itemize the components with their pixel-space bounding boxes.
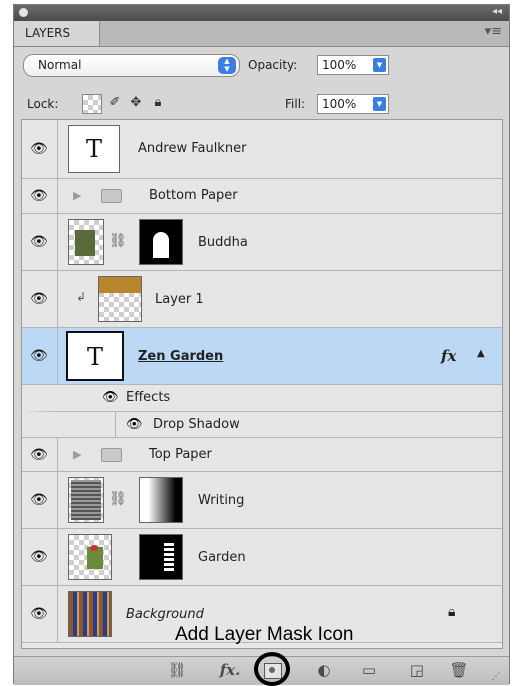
opacity-field[interactable]: 100% ▼ [317, 55, 389, 75]
layer-name[interactable]: Bottom Paper [149, 188, 238, 203]
visibility-eye-icon[interactable]: 👁︎ [22, 120, 58, 178]
delete-layer-trash-icon[interactable]: 🗑︎ [447, 662, 471, 679]
panel-tab-row: LAYERS ▾≡ [14, 21, 509, 47]
layer-row-andrew-faulkner[interactable]: 👁︎ T Andrew Faulkner [22, 120, 502, 179]
layer-row-bottom-paper[interactable]: 👁︎ ▶ Bottom Paper [22, 179, 502, 214]
fill-value: 100% [322, 97, 357, 111]
layer-thumbnail [68, 534, 112, 580]
layer-row-zen-garden[interactable]: 👁︎ T Zen Garden fx ▲ [22, 328, 502, 385]
visibility-eye-icon[interactable]: 👁︎ [22, 179, 58, 213]
visibility-eye-icon[interactable]: 👁︎ [126, 417, 143, 432]
new-layer-icon[interactable]: ◲ [405, 662, 429, 679]
disclosure-triangle-icon[interactable]: ▶ [73, 189, 81, 202]
annotation-label: Add Layer Mask Icon [175, 624, 354, 645]
text-layer-thumbnail: T [66, 331, 124, 381]
collapse-arrows-icon[interactable]: ◂◂ [492, 6, 502, 17]
layer-row-layer-1[interactable]: 👁︎ ↲ Layer 1 [22, 271, 502, 328]
fill-label: Fill: [285, 97, 306, 111]
visibility-eye-icon[interactable]: 👁︎ [22, 328, 58, 384]
layer-name[interactable]: Writing [198, 493, 244, 508]
opacity-label: Opacity: [248, 58, 298, 72]
effects-row[interactable]: 👁︎ Effects [22, 385, 502, 412]
visibility-eye-icon[interactable]: 👁︎ [22, 586, 58, 642]
layer-thumbnail [68, 219, 104, 265]
lock-image-brush-icon[interactable]: ✐ [106, 94, 124, 112]
text-thumb-letter: T [86, 343, 103, 371]
panel-titlebar: ◂◂ [14, 5, 509, 21]
layer-thumbnail [68, 477, 104, 523]
expand-effects-arrow-icon[interactable]: ▲ [477, 348, 485, 359]
blend-mode-value: Normal [38, 58, 82, 72]
layer-name[interactable]: Background [126, 607, 204, 622]
layer-name[interactable]: Layer 1 [155, 292, 204, 307]
text-layer-thumbnail: T [68, 125, 120, 173]
layer-thumbnail [68, 591, 112, 637]
fill-dropdown-icon[interactable]: ▼ [373, 97, 386, 111]
lock-label: Lock: [27, 97, 59, 111]
link-chain-icon[interactable]: ⛓︎ [109, 233, 127, 249]
layer-locked-icon: 🔒︎ [448, 604, 456, 620]
layer-row-buddha[interactable]: 👁︎ ⛓︎ Buddha [22, 214, 502, 271]
lock-position-icon[interactable]: ✥ [127, 94, 145, 112]
visibility-eye-icon[interactable]: 👁︎ [102, 390, 119, 405]
new-adjustment-layer-icon[interactable]: ◐ [312, 662, 336, 679]
disclosure-triangle-icon[interactable]: ▶ [73, 448, 81, 461]
panel-menu-icon[interactable]: ▾≡ [485, 24, 502, 39]
layer-mask-thumbnail[interactable] [139, 477, 183, 523]
layer-name[interactable]: Garden [198, 550, 246, 565]
layer-mask-thumbnail[interactable] [139, 534, 183, 580]
visibility-eye-icon[interactable]: 👁︎ [22, 438, 58, 471]
layers-panel: ◂◂ LAYERS ▾≡ Normal ▲ ▼ Opacity: 100% ▼ L… [13, 4, 510, 686]
fill-field[interactable]: 100% ▼ [317, 94, 389, 114]
text-thumb-letter: T [85, 135, 102, 163]
blend-mode-stepper-icon: ▲ ▼ [218, 57, 236, 74]
link-chain-icon[interactable]: ⛓︎ [109, 491, 127, 507]
effect-name: Drop Shadow [153, 417, 240, 432]
new-group-folder-icon[interactable]: ▭ [357, 662, 381, 679]
lock-all-icon[interactable]: 🔒︎ [149, 94, 167, 112]
layer-row-writing[interactable]: 👁︎ ⛓︎ Writing [22, 472, 502, 529]
layer-mask-thumbnail[interactable] [139, 219, 183, 265]
tab-layers[interactable]: LAYERS [14, 21, 100, 46]
visibility-eye-icon[interactable]: 👁︎ [22, 271, 58, 327]
layer-name[interactable]: Zen Garden [138, 349, 223, 364]
effect-row-drop-shadow[interactable]: 👁︎ Drop Shadow [22, 412, 502, 438]
layer-name[interactable]: Top Paper [149, 447, 212, 462]
layer-row-top-paper[interactable]: 👁︎ ▶ Top Paper [22, 438, 502, 472]
effects-label: Effects [126, 390, 171, 405]
blend-mode-select[interactable]: Normal ▲ ▼ [23, 54, 240, 77]
folder-icon [101, 189, 122, 203]
layer-name[interactable]: Andrew Faulkner [138, 141, 246, 156]
add-layer-style-fx-icon[interactable]: fx. [218, 662, 242, 679]
opacity-value: 100% [322, 58, 357, 72]
visibility-eye-icon[interactable]: 👁︎ [22, 214, 58, 270]
layer-thumbnail [98, 276, 142, 322]
close-dot-icon[interactable] [19, 8, 28, 17]
layer-effects-fx-icon[interactable]: fx [441, 347, 456, 365]
layer-row-garden[interactable]: 👁︎ Garden [22, 529, 502, 586]
resize-grip-icon[interactable]: ⋰ [487, 669, 505, 686]
link-layers-icon[interactable]: ⛓︎ [165, 662, 189, 679]
clipping-arrow-icon: ↲ [76, 290, 87, 304]
layer-name[interactable]: Buddha [198, 235, 248, 250]
opacity-dropdown-icon[interactable]: ▼ [373, 58, 386, 72]
annotation-callout-circle [254, 652, 290, 686]
layers-list: 👁︎ T Andrew Faulkner 👁︎ ▶ Bottom Paper 👁… [21, 119, 503, 649]
folder-icon [101, 448, 122, 462]
lock-transparent-icon[interactable] [82, 94, 102, 114]
visibility-eye-icon[interactable]: 👁︎ [22, 529, 58, 585]
visibility-eye-icon[interactable]: 👁︎ [22, 472, 58, 528]
